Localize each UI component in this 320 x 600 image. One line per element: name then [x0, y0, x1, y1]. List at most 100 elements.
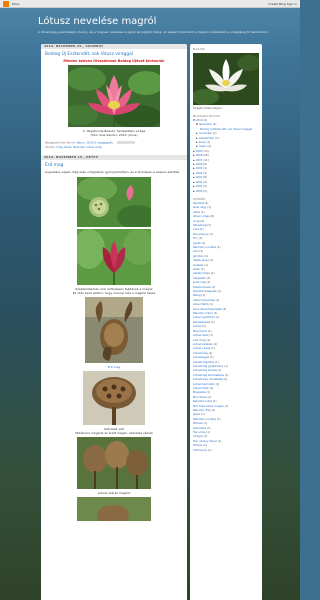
post-labels-link[interactable]: Virág lotusz, Nelumbo, lótusz virág [56, 146, 101, 149]
label-item-link[interactable]: Lótusz [193, 325, 201, 328]
label-item-link[interactable]: Flór [193, 237, 198, 240]
label-item-link[interactable]: kalón [193, 268, 200, 271]
caption-line: Ez után kezd eldőlni, hogy mennyi lesz a… [72, 290, 156, 295]
label-item-link[interactable]: Mag lótusz [193, 330, 207, 333]
label-item-count: (1) [224, 364, 228, 368]
label-item-link[interactable]: Virágok [193, 435, 203, 438]
post-time-link[interactable]: dátum: 18:26 [76, 142, 94, 145]
post-title[interactable]: Boldog Új Esztendőt, sok lótusz virággal [45, 52, 183, 57]
label-item-count: (1) [217, 290, 221, 294]
seed-pod-photo[interactable] [77, 176, 151, 227]
seed-pod-photo[interactable] [77, 436, 151, 489]
label-item-link[interactable]: Lótuszmag termesztése [193, 374, 224, 377]
label-item-link[interactable]: gömbös [193, 255, 203, 258]
archive-item-label[interactable]: 2008 [196, 154, 203, 157]
label-item-link[interactable]: Lótusz virága [193, 347, 210, 350]
archive-item-label[interactable]: 2007 [196, 159, 203, 162]
label-item-link[interactable]: Kertészkedés [193, 321, 210, 324]
archive-item-label[interactable]: 2009 [196, 150, 203, 153]
share-buttons[interactable] [116, 141, 135, 144]
archive-item-label[interactable]: 2002 [196, 181, 203, 184]
label-item-link[interactable]: Réteg [193, 294, 201, 297]
label-item-link[interactable]: Lótuszmagvetés [193, 361, 214, 364]
archive-item-label[interactable]: november [199, 132, 212, 135]
label-item-link[interactable]: csíra [193, 228, 199, 231]
label-item-link[interactable]: Tavi virág [193, 431, 205, 434]
label-item-link[interactable]: Ázsiai lótuszmag [193, 299, 215, 302]
label-item-link[interactable]: fényviszony [193, 233, 208, 236]
label-item-link[interactable]: Lótuszvirág csíráztatás [193, 378, 223, 381]
archive-item-label[interactable]: 2004 [196, 172, 203, 175]
archive-item-label[interactable]: július [199, 141, 206, 144]
lotus-flower-photo[interactable] [68, 65, 160, 127]
label-item-link[interactable]: lótuszmag [193, 224, 206, 227]
label-item-link[interactable]: érett mag [193, 281, 206, 284]
label-item-link[interactable]: tápoldat [193, 202, 204, 205]
label-item-link[interactable]: Mini lótusz [193, 396, 207, 399]
label-item-link[interactable]: Termés [193, 444, 202, 447]
archive-item-label[interactable]: május [199, 145, 207, 148]
label-item-link[interactable]: gyöke [193, 242, 201, 245]
archive-item-label[interactable]: Boldog Új Esztendőt, sok lótusz virággal [200, 128, 252, 131]
archive-item-label[interactable]: 2005 [196, 167, 203, 170]
label-item-link[interactable]: Lótusz levél [193, 334, 208, 337]
label-item-link[interactable]: Lótusz gyöktörzs [193, 316, 215, 319]
post-red-heading: Minden kedves Olvasómnak Boldog Újévet k… [63, 59, 165, 63]
label-item-link[interactable]: Lótuszmag gyűjtemény [193, 365, 223, 368]
label-item-link[interactable]: Kínai lótuszmag fajták [193, 308, 222, 311]
blogger-logo-icon[interactable] [3, 1, 9, 7]
profile-photo[interactable] [193, 53, 259, 105]
archive-item-count: (8) [203, 176, 207, 180]
label-item-link[interactable]: Nelumbo hibrid [193, 312, 213, 315]
label-item-link[interactable]: Szemlélés [193, 427, 206, 430]
seed-pod-photo[interactable] [83, 370, 145, 425]
label-item-link[interactable]: Nelumbo lutea [193, 400, 212, 403]
label-item-link[interactable]: Ázsiai Mahá [193, 303, 208, 306]
seed-pod-photo[interactable] [77, 228, 151, 285]
label-item-link[interactable]: magvetés [193, 277, 206, 280]
label-item-link[interactable]: Pálmák [193, 422, 202, 425]
label-item-link[interactable]: Lótuszmag leírása [193, 369, 217, 372]
label-item-link[interactable]: Magvetés [193, 391, 206, 394]
archive-item-label[interactable]: 2006 [196, 163, 203, 166]
label-item-link[interactable]: Nelumbo Trop [193, 409, 211, 412]
label-item-link[interactable]: Vízinövény [193, 449, 207, 452]
archive-item-label[interactable]: 2001 [196, 185, 203, 188]
label-item-link[interactable]: Tavi növény lótusz [193, 440, 217, 443]
label-item-link[interactable]: Lótuszvirág [193, 352, 208, 355]
label-item-link[interactable]: Lótusz kellékek [193, 343, 213, 346]
label-item-link[interactable]: Lótuszágyás [193, 356, 209, 359]
label-item-link[interactable]: Lelő virág [193, 339, 206, 342]
label-item-link[interactable]: Lótusz fotók [193, 387, 209, 390]
label-item-link[interactable]: ánhi [193, 250, 199, 253]
label-item-count: (1) [207, 448, 212, 452]
label-item-link[interactable]: Nelumbo nucifera [193, 418, 216, 421]
label-item-link[interactable]: Japán [193, 413, 200, 416]
label-item-link[interactable]: virág [193, 220, 200, 223]
seed-pod-photo[interactable] [77, 496, 151, 521]
archive-item-label[interactable]: december [199, 123, 212, 126]
label-item-link[interactable]: Lótusz bemutató [193, 383, 215, 386]
label-item-link[interactable]: bakteriológia [193, 272, 210, 275]
label-item-count: (1) [204, 254, 208, 258]
label-item-link[interactable]: Fekete fecske [193, 286, 211, 289]
label-item-link[interactable]: levélzés [193, 264, 203, 267]
archive-item-label[interactable]: szeptember [199, 137, 214, 140]
label-item-link[interactable]: Nelumbo nucifera [193, 246, 216, 249]
blog-title[interactable]: Lótusz nevelése magról [38, 16, 156, 27]
archive-item-label[interactable]: 2000 [196, 190, 203, 193]
post-comments-link[interactable]: 0 megjegyzés [95, 142, 113, 145]
label-item[interactable]: Vízinövény (1) [190, 449, 262, 453]
label-item-link[interactable]: Mini tóka lótusz virágok [193, 405, 224, 408]
label-item-link[interactable]: tápoldat adagolás [193, 290, 216, 293]
seed-pod-photo[interactable] [85, 296, 143, 363]
navbar-more-link[interactable]: More [12, 0, 19, 8]
navbar-auth-links[interactable]: Create Blog Sign In [268, 0, 297, 8]
post-title[interactable]: Érő mag [45, 163, 183, 168]
archive-item-label[interactable]: 2010 [196, 119, 203, 122]
label-item-link[interactable]: lótusz virága [193, 215, 210, 218]
archive-item-label[interactable]: 2003 [196, 176, 203, 179]
label-item-link[interactable]: hajtás lánya [193, 259, 209, 262]
label-item-link[interactable]: levél nagy [193, 206, 206, 209]
label-item-link[interactable]: vetés [193, 211, 200, 214]
